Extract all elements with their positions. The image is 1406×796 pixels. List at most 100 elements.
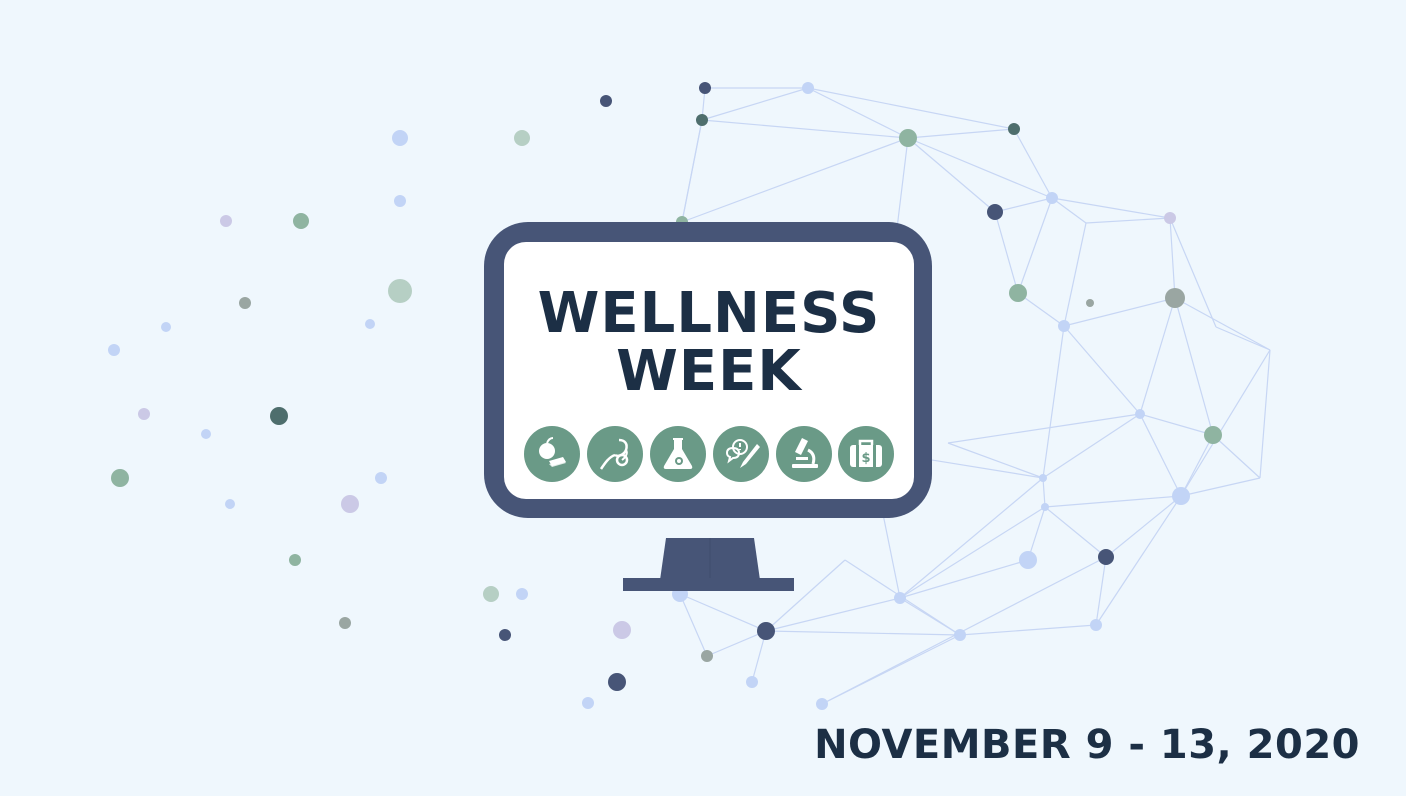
network-dot [1039, 474, 1047, 482]
network-dot [1090, 619, 1102, 631]
network-edge [907, 137, 1053, 199]
network-edge [959, 624, 1097, 636]
network-dot [757, 622, 775, 640]
network-edge [1017, 197, 1053, 294]
network-dot [1164, 212, 1176, 224]
network-edge [947, 442, 1044, 479]
network-dot [339, 617, 351, 629]
network-dot [239, 297, 251, 309]
network-dot [388, 279, 412, 303]
network-dot [1058, 320, 1070, 332]
network-dot [1135, 409, 1145, 419]
title-line-1: WELLNESS [537, 281, 881, 346]
network-edge [1044, 506, 1107, 558]
network-edge [765, 597, 901, 632]
network-edge [1051, 197, 1087, 224]
network-edge [1180, 349, 1271, 497]
network-edge [807, 87, 1015, 130]
network-dot [201, 429, 211, 439]
network-edge [994, 197, 1053, 213]
monitor-stand-neck [660, 538, 760, 580]
network-edge [1042, 477, 1046, 508]
network-dot [270, 407, 288, 425]
event-date: NOVEMBER 9 - 13, 2020 [814, 722, 1360, 768]
network-dot [375, 472, 387, 484]
network-edge [765, 559, 846, 632]
network-edge [947, 413, 1141, 444]
network-edge [1063, 297, 1176, 327]
network-dot [1008, 123, 1020, 135]
network-dot [696, 114, 708, 126]
network-edge [994, 211, 1019, 294]
network-edge [907, 137, 996, 213]
title-line-2: WEEK [616, 339, 802, 404]
network-edge [1139, 413, 1182, 497]
network-dot [483, 586, 499, 602]
network-edge [1180, 434, 1214, 497]
chat-brush-icon [713, 426, 769, 482]
network-dot [1041, 503, 1049, 511]
network-dot [816, 698, 828, 710]
network-dot [220, 215, 232, 227]
network-edge [1042, 325, 1065, 479]
network-dot [613, 621, 631, 639]
network-edge [1063, 222, 1087, 327]
network-edge [681, 137, 909, 223]
network-dot [582, 697, 594, 709]
network-dot [111, 469, 129, 487]
svg-text:$: $ [861, 451, 870, 466]
network-dot [1165, 288, 1185, 308]
network-edge [1174, 297, 1214, 436]
network-dot [608, 673, 626, 691]
network-dot [161, 322, 171, 332]
network-edge [681, 119, 703, 223]
network-dot [516, 588, 528, 600]
network-dot [1019, 551, 1037, 569]
network-edge [765, 630, 961, 636]
network-edge [1139, 413, 1214, 436]
microscope-icon [776, 426, 832, 482]
network-dot [987, 204, 1003, 220]
network-edge [1139, 297, 1176, 415]
network-edge [1259, 349, 1271, 479]
network-dot [365, 319, 375, 329]
network-edge [1051, 197, 1171, 219]
network-dot [341, 495, 359, 513]
network-dot [514, 130, 530, 146]
network-dot [392, 130, 408, 146]
briefcase-dollar-icon: $ [838, 426, 894, 482]
network-dot [1172, 487, 1190, 505]
network-dot [1086, 299, 1094, 307]
network-dot [225, 499, 235, 509]
network-edge [1174, 297, 1271, 351]
network-dot [138, 408, 150, 420]
network-edge [1095, 556, 1107, 626]
monitor-stand-base [623, 578, 794, 591]
stethoscope-icon [587, 426, 643, 482]
network-dot [894, 592, 906, 604]
network-edge [1042, 413, 1141, 479]
network-dot [954, 629, 966, 641]
network-edge [899, 559, 1029, 599]
network-edge [907, 128, 1015, 139]
network-dot [1204, 426, 1222, 444]
network-dot [293, 213, 309, 229]
network-edge [1169, 217, 1176, 299]
network-dot [289, 554, 301, 566]
flask-icon [650, 426, 706, 482]
network-dot [499, 629, 511, 641]
network-edge [701, 87, 809, 121]
network-dot [701, 650, 713, 662]
network-edge [1105, 495, 1182, 558]
network-edge [679, 593, 767, 632]
network-edge [1212, 434, 1261, 479]
network-edge [1013, 128, 1053, 199]
network-dot [899, 129, 917, 147]
network-dot [1098, 549, 1114, 565]
network-dot [746, 676, 758, 688]
network-edge [1180, 477, 1261, 497]
network-edge [1085, 217, 1171, 224]
network-edge [1215, 326, 1271, 351]
network-dot [394, 195, 406, 207]
network-edge [706, 630, 767, 657]
